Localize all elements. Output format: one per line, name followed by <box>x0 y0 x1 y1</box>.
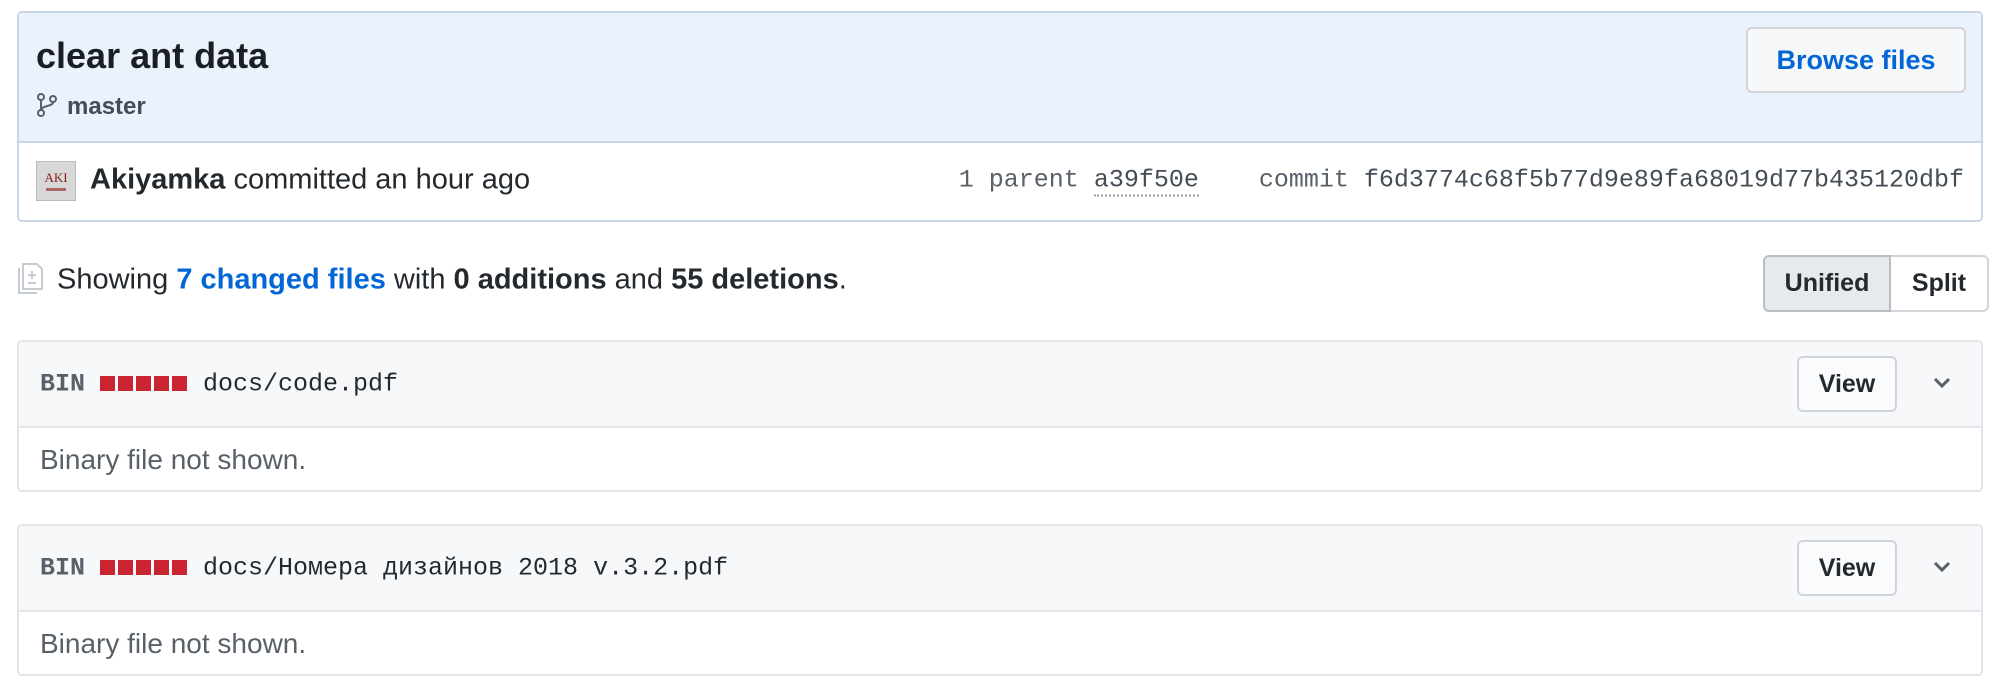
commit-meta: AKI Akiyamka committed an hour ago 1 par… <box>19 143 1981 220</box>
branch-name[interactable]: master <box>67 93 146 121</box>
summary-period: . <box>838 263 847 296</box>
binary-badge: BIN <box>40 369 86 399</box>
binary-message: Binary file not shown. <box>40 444 307 475</box>
diffstat-deletions <box>100 560 187 575</box>
avatar[interactable]: AKI <box>36 161 76 201</box>
split-button[interactable]: Split <box>1891 255 1989 312</box>
summary-with: with <box>385 263 454 296</box>
commit-sha: f6d3774c68f5b77d9e89fa68019d77b435120dbf <box>1363 165 1964 195</box>
parent-sha-link[interactable]: a39f50e <box>1093 165 1199 197</box>
chevron-down-icon[interactable] <box>1931 559 1953 575</box>
file-diff: BIN docs/code.pdf View Binary file not s… <box>17 340 1983 492</box>
browse-files-button[interactable]: Browse files <box>1746 27 1966 93</box>
file-path[interactable]: docs/code.pdf <box>203 370 398 399</box>
git-branch-icon <box>37 93 57 117</box>
binary-message: Binary file not shown. <box>40 628 307 659</box>
file-header: BIN docs/Номера дизайнов 2018 v.3.2.pdf … <box>19 526 1981 612</box>
file-path[interactable]: docs/Номера дизайнов 2018 v.3.2.pdf <box>203 554 728 583</box>
commit-title-bar: clear ant data master Browse files <box>19 13 1981 143</box>
commit-title: clear ant data <box>36 35 269 76</box>
file-diff-icon <box>18 263 43 294</box>
view-file-button[interactable]: View <box>1797 356 1897 412</box>
diff-summary: Showing 7 changed files with 0 additions… <box>57 264 847 297</box>
commit-sha-info: 1 parent a39f50e commit f6d3774c68f5b77d… <box>958 165 1964 197</box>
binary-badge: BIN <box>40 553 86 583</box>
svg-text:AKI: AKI <box>44 170 67 185</box>
view-file-button[interactable]: View <box>1797 540 1897 596</box>
changed-files-link[interactable]: 7 changed files <box>176 264 386 296</box>
committed-time: committed an hour ago <box>225 163 531 196</box>
summary-showing: Showing <box>57 263 177 296</box>
diff-view-toggle: Unified Split <box>1763 255 1989 312</box>
file-body: Binary file not shown. <box>19 428 1981 490</box>
diffstat-deletions <box>100 376 187 391</box>
commit-label: commit <box>1258 165 1349 195</box>
chevron-down-icon[interactable] <box>1931 375 1953 391</box>
parent-label: 1 parent <box>958 165 1079 195</box>
commit-header: clear ant data master Browse files AKI A… <box>17 11 1983 222</box>
deletions-count: 55 deletions <box>671 263 839 296</box>
unified-button[interactable]: Unified <box>1763 255 1891 312</box>
additions-count: 0 additions <box>453 263 607 296</box>
summary-and: and <box>606 263 672 296</box>
author-name[interactable]: Akiyamka <box>90 164 225 196</box>
file-body: Binary file not shown. <box>19 612 1981 674</box>
file-header: BIN docs/code.pdf View <box>19 342 1981 428</box>
file-diff: BIN docs/Номера дизайнов 2018 v.3.2.pdf … <box>17 524 1983 676</box>
author-line: Akiyamka committed an hour ago <box>90 164 530 197</box>
